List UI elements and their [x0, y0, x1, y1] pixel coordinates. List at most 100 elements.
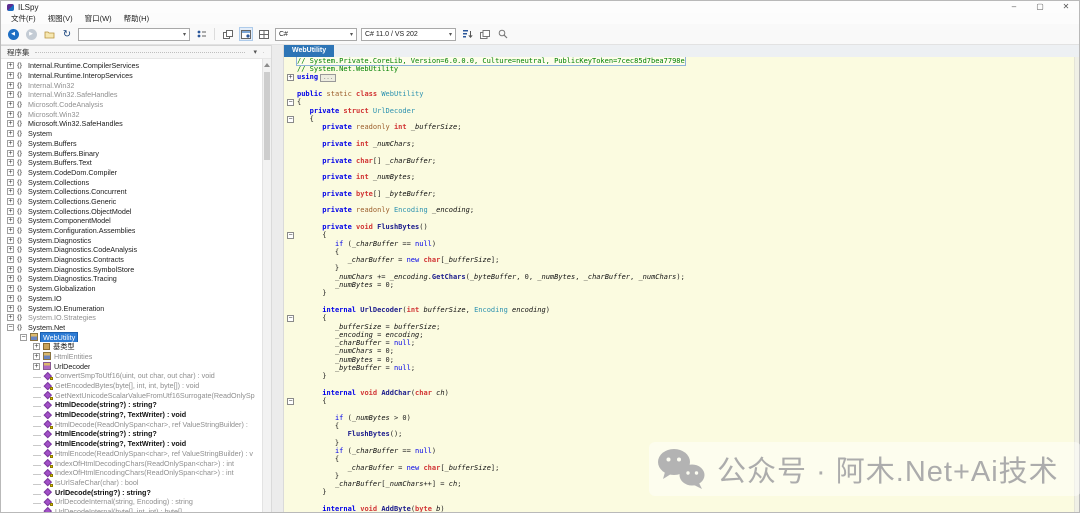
duplicate-tab-button[interactable]	[478, 27, 492, 41]
tree-item[interactable]: +{}System.Diagnostics	[1, 235, 262, 245]
expander-icon[interactable]: +	[7, 305, 14, 312]
tree-item[interactable]: −WebUtility	[1, 332, 262, 342]
expander-icon[interactable]: +	[7, 179, 14, 186]
tree-item[interactable]: GetEncodedBytes(byte[], int, int, byte[]…	[1, 381, 262, 391]
tab-webutility[interactable]: WebUtility	[284, 45, 334, 57]
expander-icon[interactable]: +	[7, 91, 14, 98]
expander-icon[interactable]: +	[7, 188, 14, 195]
tree-item[interactable]: UrlDecodeInternal(byte[], int, int) : by…	[1, 507, 262, 512]
tree-item[interactable]: +{}System.Diagnostics.CodeAnalysis	[1, 245, 262, 255]
tree-item[interactable]: −{}System.Net	[1, 323, 262, 333]
tree-item[interactable]: HtmlEncode(string?) : string?	[1, 429, 262, 439]
expander-icon[interactable]: +	[7, 266, 14, 273]
tree-item[interactable]: +{}System.IO.Enumeration	[1, 303, 262, 313]
fold-toggle[interactable]: −	[287, 315, 294, 322]
tree-item[interactable]: IndexOfHtmlEncodingChars(ReadOnlySpan<ch…	[1, 468, 262, 478]
expander-icon[interactable]: −	[20, 334, 27, 341]
tree-item[interactable]: +{}Microsoft.Win32	[1, 109, 262, 119]
tree-item[interactable]: +{}Internal.Win32	[1, 80, 262, 90]
dock-window-button[interactable]	[239, 27, 253, 41]
menu-item[interactable]: 文件(F)	[5, 13, 42, 24]
maximize-button[interactable]: ▢	[1027, 1, 1053, 13]
tree-item[interactable]: +{}System.CodeDom.Compiler	[1, 168, 262, 178]
tree-item[interactable]: HtmlDecode(ReadOnlySpan<char>, ref Value…	[1, 419, 262, 429]
expander-icon[interactable]: +	[7, 169, 14, 176]
sort-assemblies-button[interactable]	[194, 27, 208, 41]
menu-item[interactable]: 视图(V)	[42, 13, 79, 24]
expander-icon[interactable]: +	[7, 295, 14, 302]
tree-item[interactable]: HtmlEncode(ReadOnlySpan<char>, ref Value…	[1, 449, 262, 459]
tree-item[interactable]: UrlDecode(string?) : string?	[1, 487, 262, 497]
tree-item[interactable]: HtmlDecode(string?, TextWriter) : void	[1, 410, 262, 420]
expander-icon[interactable]: +	[7, 227, 14, 234]
menu-item[interactable]: 窗口(W)	[79, 13, 118, 24]
expander-icon[interactable]: +	[7, 62, 14, 69]
tree-item[interactable]: +{}System.Configuration.Assemblies	[1, 226, 262, 236]
forward-button[interactable]: ▶	[24, 27, 38, 41]
pin-icon[interactable]	[260, 48, 267, 56]
back-button[interactable]: ◀	[6, 27, 20, 41]
expander-icon[interactable]: +	[7, 120, 14, 127]
tree-item[interactable]: +{}System.Buffers	[1, 139, 262, 149]
fold-toggle[interactable]: −	[287, 99, 294, 106]
tree-item[interactable]: +{}Internal.Runtime.CompilerServices	[1, 61, 262, 71]
expander-icon[interactable]: +	[7, 72, 14, 79]
tree-item[interactable]: +{}System.IO	[1, 294, 262, 304]
assembly-filter-input[interactable]	[82, 31, 180, 38]
tree-item[interactable]: +{}System.Collections	[1, 177, 262, 187]
expander-icon[interactable]: +	[33, 353, 40, 360]
expander-icon[interactable]: +	[7, 217, 14, 224]
panel-menu-chevron-icon[interactable]: ▾	[250, 48, 260, 56]
expander-icon[interactable]: +	[7, 101, 14, 108]
language-select[interactable]: C# ▾	[275, 28, 357, 41]
expander-icon[interactable]: −	[7, 324, 14, 331]
tree-item[interactable]: IndexOfHtmlDecodingChars(ReadOnlySpan<ch…	[1, 458, 262, 468]
tree-item[interactable]: +{}Microsoft.CodeAnalysis	[1, 100, 262, 110]
grid-window-button[interactable]	[257, 27, 271, 41]
expander-icon[interactable]: +	[7, 256, 14, 263]
tree-item[interactable]: +基类型	[1, 342, 262, 352]
tree-scrollbar-thumb[interactable]	[264, 72, 270, 160]
close-button[interactable]: ✕	[1053, 1, 1079, 13]
tree-item[interactable]: +{}System.Buffers.Binary	[1, 148, 262, 158]
search-button[interactable]	[496, 27, 510, 41]
az-sort-button[interactable]	[460, 27, 474, 41]
tree-item[interactable]: +{}System.Diagnostics.Contracts	[1, 255, 262, 265]
minimize-button[interactable]: –	[1001, 1, 1027, 13]
reload-button[interactable]: ↻	[60, 27, 74, 41]
tree-item[interactable]: ConvertSmpToUtf16(uint, out char, out ch…	[1, 371, 262, 381]
open-file-button[interactable]	[42, 27, 56, 41]
tree-item[interactable]: +{}System.Globalization	[1, 284, 262, 294]
tree-item[interactable]: +{}Microsoft.Win32.SafeHandles	[1, 119, 262, 129]
scroll-up-arrow-icon[interactable]	[264, 63, 270, 67]
assemblies-tree[interactable]: +{}Internal.Runtime.CompilerServices+{}I…	[1, 59, 262, 512]
assembly-filter-combobox[interactable]: ▾	[78, 28, 190, 41]
menu-item[interactable]: 帮助(H)	[118, 13, 155, 24]
fold-toggle[interactable]: −	[287, 398, 294, 405]
tree-item[interactable]: +{}Internal.Runtime.InteropServices	[1, 71, 262, 81]
tree-item[interactable]: +{}System.Diagnostics.Tracing	[1, 274, 262, 284]
expander-icon[interactable]: +	[7, 130, 14, 137]
expander-icon[interactable]: +	[7, 140, 14, 147]
tree-item[interactable]: +{}System.ComponentModel	[1, 216, 262, 226]
tree-item[interactable]: HtmlEncode(string?, TextWriter) : void	[1, 439, 262, 449]
tree-item[interactable]: +{}System	[1, 129, 262, 139]
tree-item[interactable]: +HtmlEntities	[1, 352, 262, 362]
tree-item[interactable]: +{}System.Diagnostics.SymbolStore	[1, 264, 262, 274]
fold-toggle[interactable]: +	[287, 74, 294, 81]
expander-icon[interactable]: +	[33, 343, 40, 350]
tree-item[interactable]: +{}System.IO.Strategies	[1, 313, 262, 323]
expander-icon[interactable]: +	[7, 275, 14, 282]
expander-icon[interactable]: +	[7, 285, 14, 292]
tree-item[interactable]: IsUrlSafeChar(char) : bool	[1, 478, 262, 488]
expander-icon[interactable]: +	[7, 198, 14, 205]
expander-icon[interactable]: +	[7, 82, 14, 89]
tree-item[interactable]: +{}System.Collections.Concurrent	[1, 187, 262, 197]
fold-toggle[interactable]: −	[287, 232, 294, 239]
expander-icon[interactable]: +	[7, 111, 14, 118]
expander-icon[interactable]: +	[33, 363, 40, 370]
tree-item[interactable]: HtmlDecode(string?) : string?	[1, 400, 262, 410]
expander-icon[interactable]: +	[7, 314, 14, 321]
tree-item[interactable]: GetNextUnicodeScalarValueFromUtf16Surrog…	[1, 390, 262, 400]
float-window-button[interactable]	[221, 27, 235, 41]
